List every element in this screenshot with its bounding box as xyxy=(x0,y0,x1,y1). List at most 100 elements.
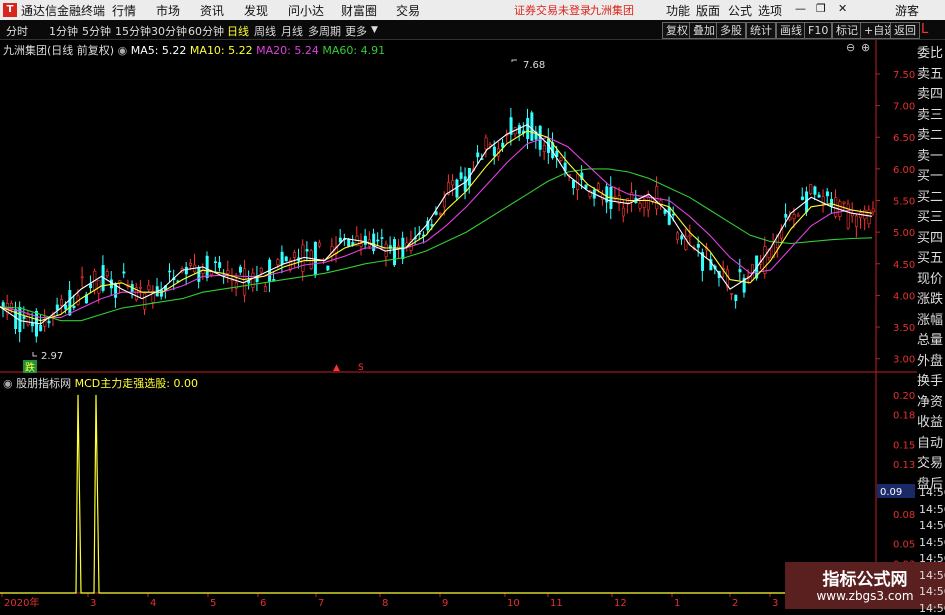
zoom-out-icon[interactable]: ⊖ xyxy=(846,41,855,54)
period-30min[interactable]: 30分钟 xyxy=(151,23,187,39)
kline-chart[interactable]: 7.50 7.00 6.50 6.00 5.50 5.00 4.50 4.00 3.50 3.00… xyxy=(0,40,917,609)
ma5-line xyxy=(0,123,873,325)
tool-multi[interactable]: 多股 xyxy=(716,22,746,39)
y-tick-label: 6.00 xyxy=(893,165,915,176)
guest-label[interactable]: 游客 xyxy=(895,2,919,19)
ma60-line xyxy=(0,168,873,322)
period-15min[interactable]: 15分钟 xyxy=(115,23,151,39)
candle-body xyxy=(484,137,488,150)
menu-market[interactable]: 市场 xyxy=(156,2,180,19)
candle-body xyxy=(676,232,680,240)
candle-body xyxy=(813,186,817,195)
tool-stats[interactable]: 统计 xyxy=(746,22,776,39)
candle-body xyxy=(280,251,284,265)
panel-l-label: L xyxy=(921,22,929,37)
ma5-value: MA5: 5.22 xyxy=(130,44,187,57)
more-chevron-icon[interactable]: ▼ xyxy=(371,25,378,35)
login-notice[interactable]: 证券交易未登录 xyxy=(514,2,591,18)
menu-function[interactable]: 功能 xyxy=(666,2,690,19)
candle-body xyxy=(830,198,834,207)
period-5min[interactable]: 5分钟 xyxy=(82,23,111,39)
period-multi[interactable]: 多周期 xyxy=(308,23,341,39)
stock-name-top: 九洲集团 xyxy=(590,4,634,17)
candle-body xyxy=(671,213,675,216)
candle-body xyxy=(380,237,384,239)
period-monthly[interactable]: 月线 xyxy=(281,23,303,39)
x-tick-label: 1 xyxy=(674,598,680,609)
candle-body xyxy=(809,184,813,194)
candle-body xyxy=(763,246,767,274)
close-icon[interactable]: ✕ xyxy=(838,2,847,15)
candle-body xyxy=(338,237,342,243)
period-60min[interactable]: 60分钟 xyxy=(188,23,224,39)
sub-y-tick-label: 0.05 xyxy=(893,539,915,550)
menu-wealth[interactable]: 财富圈 xyxy=(341,2,377,19)
period-1min[interactable]: 1分钟 xyxy=(49,23,78,39)
candle-body xyxy=(784,213,788,218)
x-tick-label: 2 xyxy=(732,598,738,609)
tool-back[interactable]: 返回 xyxy=(890,22,920,39)
period-weekly[interactable]: 周线 xyxy=(254,23,276,39)
candle-body xyxy=(501,142,505,148)
candle-body xyxy=(796,214,800,217)
menu-quotes[interactable]: 行情 xyxy=(112,2,136,19)
trade-time: 14:56 xyxy=(919,535,945,549)
candle-body xyxy=(542,145,546,152)
menu-trade[interactable]: 交易 xyxy=(396,2,420,19)
tool-overlay[interactable]: 叠加 xyxy=(689,22,719,39)
sub-y-tick-label: 0.08 xyxy=(893,510,915,521)
candle-body xyxy=(105,271,109,277)
tool-f10[interactable]: F10 xyxy=(804,22,833,39)
s-marker-icon: S xyxy=(358,363,364,373)
candle-body xyxy=(64,304,68,310)
candle-body xyxy=(68,290,72,316)
x-ticks: 2020年 3 4 5 6 7 8 9 10 11 12 1 2 3 xyxy=(1,593,778,609)
candle-body xyxy=(251,272,255,288)
y-tick-label: 6.50 xyxy=(893,133,915,144)
menu-options[interactable]: 选项 xyxy=(758,2,782,19)
quote-label: 买三 xyxy=(917,210,944,225)
main-legend: 九洲集团(日线 前复权) ◉ MA5: 5.22 MA10: 5.22 MA20… xyxy=(3,42,385,58)
tool-draw[interactable]: 画线 xyxy=(776,22,806,39)
quote-label: 买二 xyxy=(917,189,944,205)
candle-body xyxy=(571,180,575,188)
legend-toggle-icon[interactable]: ◉ xyxy=(118,44,128,57)
restore-icon[interactable]: ❐ xyxy=(816,2,826,15)
tool-mark[interactable]: 标记 xyxy=(832,22,862,39)
sub-toggle-icon[interactable]: ◉ xyxy=(3,377,13,390)
candle-body xyxy=(147,284,151,291)
candle-body xyxy=(309,250,313,269)
y-tick-label: 3.50 xyxy=(893,323,915,334)
candle-body xyxy=(238,266,242,273)
period-daily[interactable]: 日线 xyxy=(227,23,249,39)
candle-body xyxy=(680,235,684,240)
menu-news[interactable]: 资讯 xyxy=(200,2,224,19)
candle-body xyxy=(226,270,230,274)
menu-ask[interactable]: 问小达 xyxy=(288,2,324,19)
quote-label: 收益 xyxy=(917,415,944,430)
period-fenshi[interactable]: 分时 xyxy=(6,23,28,39)
trade-time: 14:56 xyxy=(919,552,945,565)
zoom-in-icon[interactable]: ⊕ xyxy=(861,41,870,54)
candle-body xyxy=(517,125,521,134)
quote-label: 卖三 xyxy=(917,107,944,123)
quote-label: 涨跌 xyxy=(917,292,944,307)
candle-body xyxy=(438,213,442,215)
candle-body xyxy=(139,286,143,289)
app-logo-icon: T xyxy=(3,3,17,17)
candle-body xyxy=(734,294,738,302)
menu-formula[interactable]: 公式 xyxy=(728,2,752,19)
menu-layout[interactable]: 版面 xyxy=(696,2,720,19)
sub-y-tick-label: 0.18 xyxy=(893,411,915,422)
minimize-icon[interactable]: — xyxy=(795,2,806,15)
y-tick-label: 4.00 xyxy=(893,291,915,302)
menu-discover[interactable]: 发现 xyxy=(244,2,268,19)
tool-adjust[interactable]: 复权 xyxy=(662,22,692,39)
value-marker-text: 0.09 xyxy=(880,487,902,498)
period-more[interactable]: 更多 xyxy=(345,23,367,39)
quote-label: 外盘 xyxy=(917,353,944,369)
quote-label: 买一 xyxy=(917,169,944,184)
candle-body xyxy=(463,176,467,192)
high-marker xyxy=(511,59,517,62)
x-tick-label: 7 xyxy=(318,598,324,609)
